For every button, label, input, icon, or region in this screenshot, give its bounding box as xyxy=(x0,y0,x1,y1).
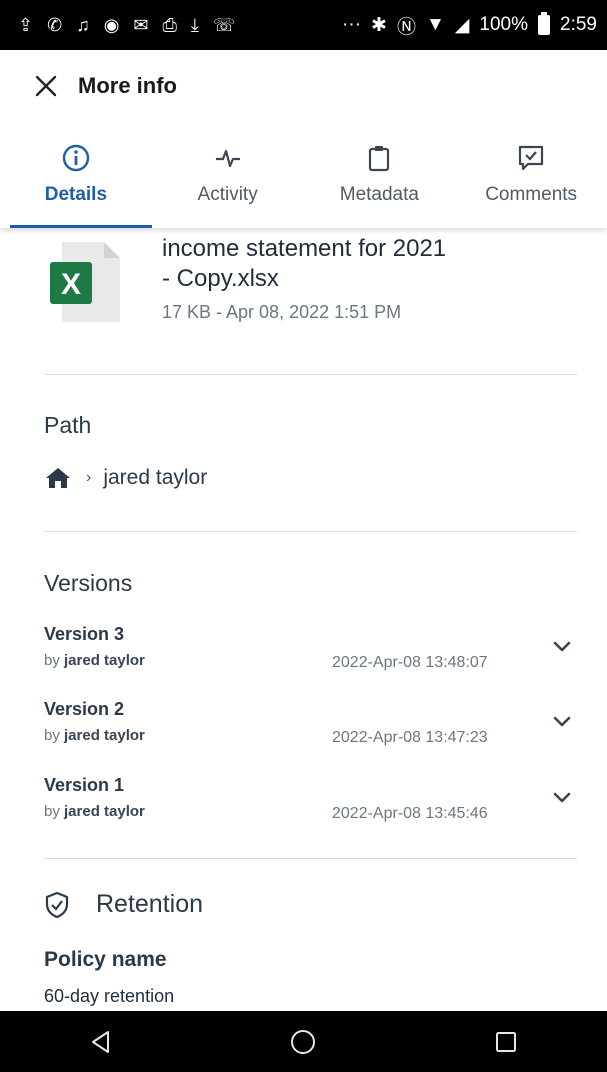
excel-file-icon: X xyxy=(48,240,122,322)
system-icons: ··· ✱ Ⓝ ▼ ◢ 100% 2:59 xyxy=(342,12,597,39)
version-date: 2022-Apr-08 13:48:07 xyxy=(332,654,488,671)
version-item[interactable]: Version 2 by jared taylor 2022-Apr-08 13… xyxy=(44,699,584,759)
versions-section-title: Versions xyxy=(44,570,133,596)
divider xyxy=(44,531,577,532)
battery-icon xyxy=(538,12,551,35)
file-summary: X income statement for 2021 - Copy.xlsx … xyxy=(44,234,584,334)
printer-icon: ⎙ xyxy=(162,15,177,35)
tab-label: Comments xyxy=(485,184,578,205)
version-date: 2022-Apr-08 13:47:23 xyxy=(332,729,488,746)
clock: 2:59 xyxy=(560,14,597,35)
version-name: Version 2 xyxy=(44,699,125,719)
status-bar: ⇪ ✆ ♫ ◉ ✉ ⎙ ⤓ ☏ ··· ✱ Ⓝ ▼ ◢ 100% 2:59 xyxy=(0,0,607,50)
tab-activity[interactable]: Activity xyxy=(152,130,304,228)
file-meta: 17 KB - Apr 08, 2022 1:51 PM xyxy=(162,302,402,322)
breadcrumb-separator: › xyxy=(86,469,92,486)
version-date: 2022-Apr-08 13:45:46 xyxy=(332,805,488,822)
app-header: More info xyxy=(0,50,607,122)
comment-check-icon xyxy=(516,142,546,174)
excel-letter: X xyxy=(61,268,81,301)
nfc-icon: Ⓝ xyxy=(396,16,416,38)
retention-title: Retention xyxy=(96,890,204,918)
clipboard-icon xyxy=(364,142,394,174)
whatsapp-icon: ✆ xyxy=(47,15,63,35)
system-nav-bar xyxy=(0,1011,607,1072)
policy-name-label: Policy name xyxy=(44,948,167,971)
activity-icon xyxy=(213,142,243,174)
more-icon: ··· xyxy=(342,14,362,35)
tab-label: Details xyxy=(44,184,108,205)
chevron-down-icon[interactable] xyxy=(550,709,574,733)
tab-details[interactable]: Details xyxy=(0,130,152,228)
home-icon[interactable] xyxy=(44,466,72,490)
version-author: by jared taylor xyxy=(44,803,145,820)
bell-icon: ♫ xyxy=(76,15,90,35)
divider xyxy=(44,858,577,859)
file-name-line1: income statement for 2021 xyxy=(162,235,447,262)
retention-header: Retention xyxy=(44,890,203,919)
page-title: More info xyxy=(78,73,177,98)
missed-calls-icon: ☏ xyxy=(212,15,236,35)
info-icon xyxy=(61,142,91,174)
version-name: Version 3 xyxy=(44,624,125,644)
chevron-down-icon[interactable] xyxy=(550,634,574,658)
record-icon: ◉ xyxy=(103,15,120,35)
policy-name-value: 60-day retention xyxy=(44,986,175,1006)
chevron-down-icon[interactable] xyxy=(550,785,574,809)
tab-comments[interactable]: Comments xyxy=(455,130,607,228)
file-name-line2: - Copy.xlsx xyxy=(162,265,279,292)
recents-icon[interactable] xyxy=(476,1012,536,1072)
version-item[interactable]: Version 3 by jared taylor 2022-Apr-08 13… xyxy=(44,624,584,684)
back-icon[interactable] xyxy=(71,1012,131,1072)
gmail-icon: ✉ xyxy=(133,15,149,35)
tab-metadata[interactable]: Metadata xyxy=(304,130,456,228)
breadcrumb[interactable]: › jared taylor xyxy=(44,466,207,490)
tab-label: Activity xyxy=(197,184,258,205)
cloud-upload-icon: ⇪ xyxy=(18,15,34,35)
download-icon: ⤓ xyxy=(190,15,199,35)
version-name: Version 1 xyxy=(44,775,125,795)
bluetooth-icon: ✱ xyxy=(371,14,387,36)
version-item[interactable]: Version 1 by jared taylor 2022-Apr-08 13… xyxy=(44,775,584,835)
version-author: by jared taylor xyxy=(44,727,145,744)
tab-label: Metadata xyxy=(339,184,419,205)
tab-bar: Details Activity Metadata Comments xyxy=(0,130,607,228)
shield-check-icon xyxy=(45,891,69,918)
notification-icons: ⇪ ✆ ♫ ◉ ✉ ⎙ ⤓ ☏ xyxy=(18,16,342,34)
close-icon[interactable] xyxy=(16,56,76,116)
path-section-title: Path xyxy=(44,412,92,438)
file-name: income statement for 2021 - Copy.xlsx xyxy=(162,234,582,294)
version-author: by jared taylor xyxy=(44,652,145,669)
details-panel[interactable]: X income statement for 2021 - Copy.xlsx … xyxy=(0,228,607,1011)
signal-icon: ◢ xyxy=(454,14,470,36)
breadcrumb-folder[interactable]: jared taylor xyxy=(103,466,207,490)
home-circle-icon[interactable] xyxy=(273,1012,333,1072)
battery-percent: 100% xyxy=(479,14,529,35)
divider xyxy=(44,374,577,375)
wifi-icon: ▼ xyxy=(425,14,445,35)
